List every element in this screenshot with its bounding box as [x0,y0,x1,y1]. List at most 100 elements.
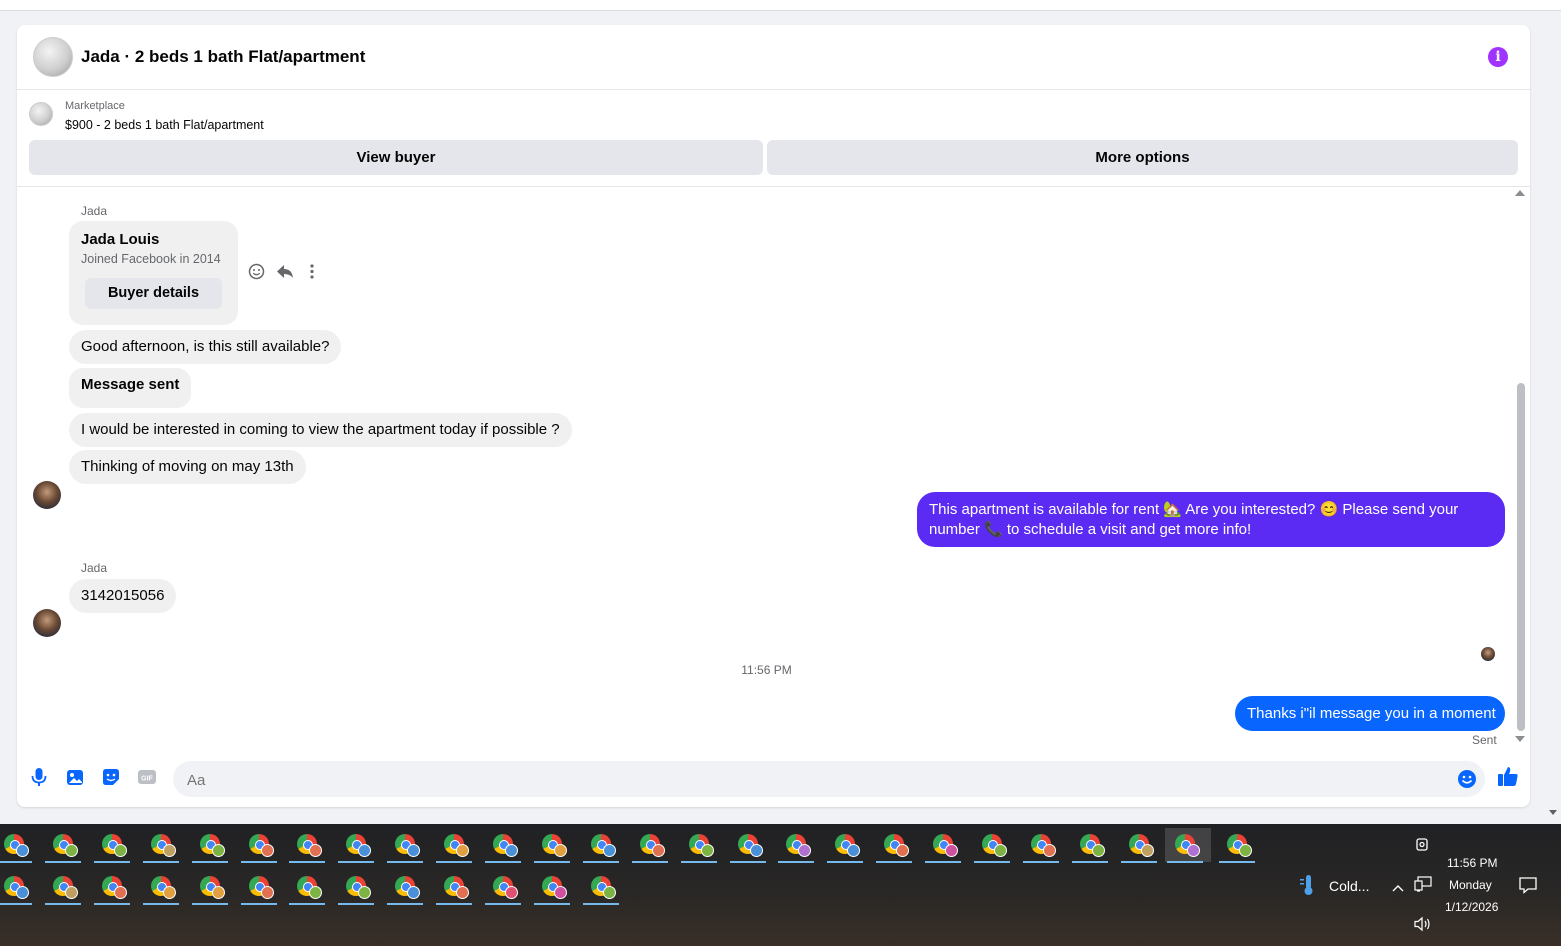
profile-badge-icon [309,886,323,899]
network-icon[interactable] [1414,876,1432,892]
chrome-profile-taskbar-icon[interactable] [141,870,181,905]
chrome-profile-taskbar-icon[interactable] [385,870,425,905]
chrome-profile-taskbar-icon[interactable] [483,870,523,905]
incoming-message[interactable]: Message sent [69,368,192,408]
chrome-profile-taskbar-icon[interactable] [190,870,230,905]
profile-badge-icon [945,844,959,857]
chrome-profile-taskbar-icon[interactable] [1217,828,1257,863]
more-actions-icon[interactable] [308,263,316,285]
clock-time[interactable]: 11:56 PM [1447,856,1497,870]
chrome-profile-taskbar-icon[interactable] [0,870,34,905]
clock-day[interactable]: Monday [1449,878,1492,892]
incoming-message[interactable]: I would be interested in coming to view … [69,413,572,447]
outgoing-message[interactable]: This apartment is available for rent 🏡 A… [917,492,1505,547]
chrome-profile-taskbar-icon[interactable] [483,828,523,863]
chrome-profile-taskbar-icon[interactable] [874,828,914,863]
notifications-icon[interactable] [1519,876,1537,894]
info-icon[interactable]: i [1488,47,1508,67]
scroll-up-arrow[interactable] [1515,190,1525,196]
chrome-profile-taskbar-icon[interactable] [92,870,132,905]
chrome-profile-taskbar-icon[interactable] [434,870,474,905]
like-icon[interactable] [1497,765,1519,787]
profile-badge-icon [1042,844,1056,857]
profile-badge-icon [64,886,78,899]
running-indicator [1120,861,1157,863]
incoming-message[interactable]: 3142015056 [69,579,177,613]
listing-thumbnail[interactable] [33,37,73,77]
outgoing-message[interactable]: Thanks i"il message you in a moment [1235,696,1505,731]
chrome-profile-taskbar-icon[interactable] [581,870,621,905]
chevron-up-icon[interactable] [1392,880,1404,892]
clock-date[interactable]: 1/12/2026 [1445,900,1498,914]
meet-now-icon[interactable] [1416,836,1430,852]
profile-badge-icon [260,844,274,857]
chrome-profile-taskbar-icon[interactable] [239,828,279,863]
view-buyer-button[interactable]: View buyer [29,140,763,175]
message-thread: Jada Jada Louis Joined Facebook in 2014 … [17,187,1530,747]
chrome-profile-taskbar-icon[interactable] [336,870,376,905]
buyer-avatar[interactable] [33,481,61,509]
chrome-profile-taskbar-icon[interactable] [532,870,572,905]
running-indicator [827,861,864,863]
buyer-avatar[interactable] [33,609,61,637]
emoji-icon[interactable] [1457,769,1477,789]
chrome-profile-taskbar-icon[interactable] [923,828,963,863]
profile-badge-icon [16,886,29,899]
buyer-details-button[interactable]: Buyer details [85,278,222,309]
photo-icon[interactable] [65,767,85,787]
chrome-profile-taskbar-icon[interactable] [43,870,83,905]
profile-badge-icon [113,886,127,899]
chrome-profile-taskbar-icon[interactable] [336,828,376,863]
incoming-message[interactable]: Thinking of moving on may 13th [69,450,306,484]
reply-icon[interactable] [276,263,294,285]
running-indicator [974,861,1010,863]
gif-icon[interactable]: GIF [137,767,157,787]
chrome-profile-taskbar-icon[interactable] [434,828,474,863]
profile-badge-icon [602,886,616,899]
chrome-profile-taskbar-icon[interactable] [1070,828,1110,863]
react-icon[interactable] [248,263,265,285]
chrome-profile-taskbar-icon[interactable] [1164,828,1211,863]
chrome-profile-taskbar-icon[interactable] [287,828,327,863]
chrome-profile-taskbar-icon[interactable] [0,828,34,863]
weather-text[interactable]: Cold... [1329,878,1369,894]
chrome-profile-taskbar-icon[interactable] [92,828,132,863]
chrome-profile-taskbar-icon[interactable] [141,828,181,863]
marketplace-listing-bar: Marketplace $900 - 2 beds 1 bath Flat/ap… [17,90,1530,187]
weather-thermometer-icon[interactable] [1298,874,1318,896]
chrome-profile-taskbar-icon[interactable] [1021,828,1061,863]
scroll-down-arrow[interactable] [1515,736,1525,742]
volume-icon[interactable] [1414,916,1432,932]
sender-name: Jada [81,204,108,218]
chrome-profile-taskbar-icon[interactable] [679,828,719,863]
sticker-icon[interactable] [101,767,121,787]
more-options-button[interactable]: More options [767,140,1518,175]
profile-badge-icon [1091,844,1105,857]
chrome-profile-taskbar-icon[interactable] [239,870,279,905]
profile-badge-icon [211,844,225,857]
microphone-icon[interactable] [29,767,49,787]
running-indicator [0,861,32,863]
chrome-profile-taskbar-icon[interactable] [43,828,83,863]
chrome-profile-taskbar-icon[interactable] [581,828,621,863]
incoming-message[interactable]: Good afternoon, is this still available? [69,330,342,364]
chrome-profile-taskbar-icon[interactable] [630,828,670,863]
running-indicator [44,903,81,905]
message-input[interactable] [185,761,1449,799]
profile-badge-icon [896,844,910,857]
chrome-profile-taskbar-icon[interactable] [385,828,425,863]
listing-price-title[interactable]: $900 - 2 beds 1 bath Flat/apartment [65,118,264,132]
chrome-profile-taskbar-icon[interactable] [1119,828,1159,863]
chrome-profile-taskbar-icon[interactable] [287,870,327,905]
chrome-profile-taskbar-icon[interactable] [776,828,816,863]
chrome-profile-taskbar-icon[interactable] [532,828,572,863]
marketplace-label: Marketplace [65,100,125,112]
chat-scrollbar-thumb[interactable] [1517,383,1525,731]
profile-badge-icon [1186,844,1200,857]
chrome-profile-taskbar-icon[interactable] [972,828,1012,863]
chrome-profile-taskbar-icon[interactable] [728,828,768,863]
chrome-profile-taskbar-icon[interactable] [190,828,230,863]
chrome-profile-taskbar-icon[interactable] [825,828,865,863]
running-indicator [925,861,962,863]
page-scroll-down-arrow[interactable] [1549,810,1557,815]
